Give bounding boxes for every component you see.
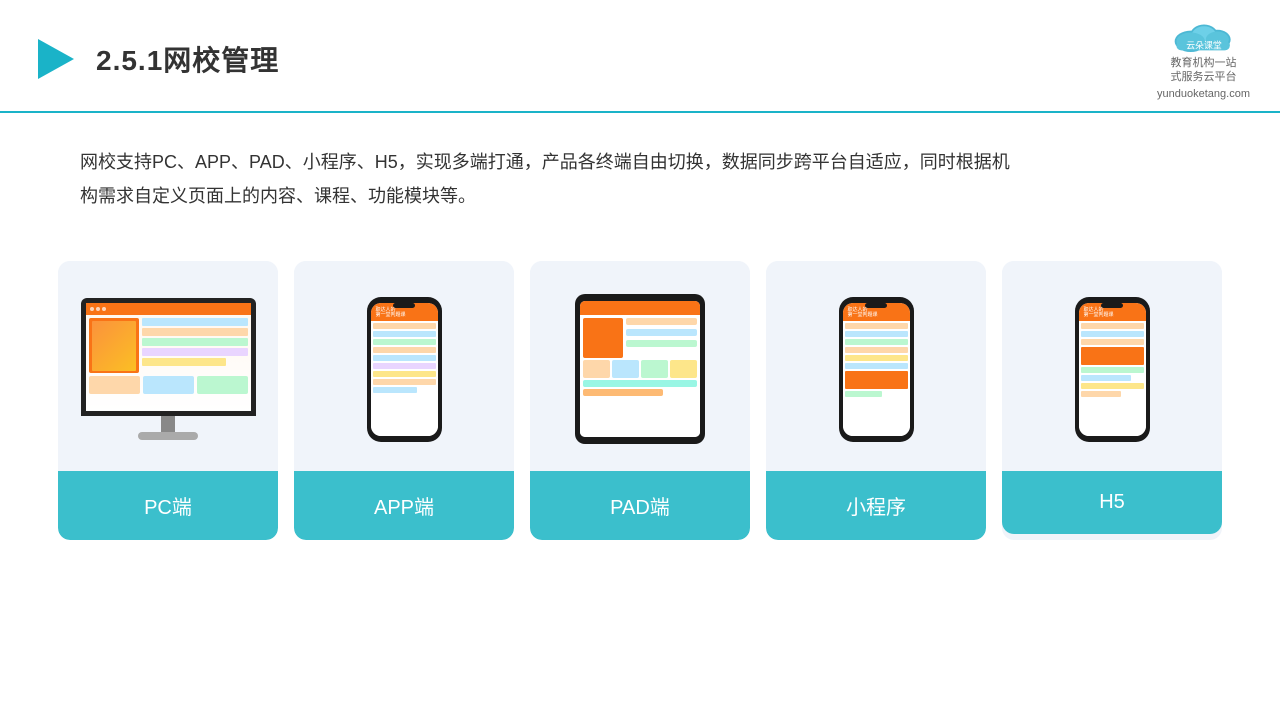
header: 2.5.1网校管理 云朵课堂 教育机构一站 式服务云平台 yunduoketan… <box>0 0 1280 113</box>
card-h5-label: H5 <box>1002 471 1222 534</box>
card-miniprogram-image: 职达人的第一堂判题课 <box>766 261 986 471</box>
card-pc-image <box>58 261 278 471</box>
h5-phone-device-illustration: 职达人的第一堂判题课 <box>1075 297 1150 442</box>
header-left: 2.5.1网校管理 <box>30 35 279 83</box>
card-h5: 职达人的第一堂判题课 <box>1002 261 1222 540</box>
card-pad: PAD端 <box>530 261 750 540</box>
svg-text:云朵课堂: 云朵课堂 <box>1186 39 1222 50</box>
logo-url: yunduoketang.com <box>1157 87 1250 101</box>
card-h5-image: 职达人的第一堂判题课 <box>1002 261 1222 471</box>
description-text: 网校支持PC、APP、PAD、小程序、H5，实现多端打通，产品各终端自由切换，数… <box>0 113 1100 223</box>
card-miniprogram-label: 小程序 <box>766 471 986 540</box>
play-icon <box>30 35 78 83</box>
page-title: 2.5.1网校管理 <box>96 39 279 79</box>
card-miniprogram: 职达人的第一堂判题课 <box>766 261 986 540</box>
tablet-device-illustration <box>575 294 705 444</box>
pc-device-illustration <box>81 298 256 440</box>
card-pad-image <box>530 261 750 471</box>
cards-container: PC端 职达人的第一堂判题课 <box>0 233 1280 540</box>
phone-device-illustration: 职达人的第一堂判题课 <box>367 297 442 442</box>
card-pc: PC端 <box>58 261 278 540</box>
card-pc-label: PC端 <box>58 471 278 540</box>
logo-tagline: 教育机构一站 式服务云平台 <box>1171 56 1237 85</box>
card-app-image: 职达人的第一堂判题课 <box>294 261 514 471</box>
card-app: 职达人的第一堂判题课 <box>294 261 514 540</box>
card-pad-label: PAD端 <box>530 471 750 540</box>
logo-cloud-icon: 云朵课堂 <box>1164 18 1244 54</box>
logo-area: 云朵课堂 教育机构一站 式服务云平台 yunduoketang.com <box>1157 18 1250 101</box>
mini-phone-device-illustration: 职达人的第一堂判题课 <box>839 297 914 442</box>
card-app-label: APP端 <box>294 471 514 540</box>
